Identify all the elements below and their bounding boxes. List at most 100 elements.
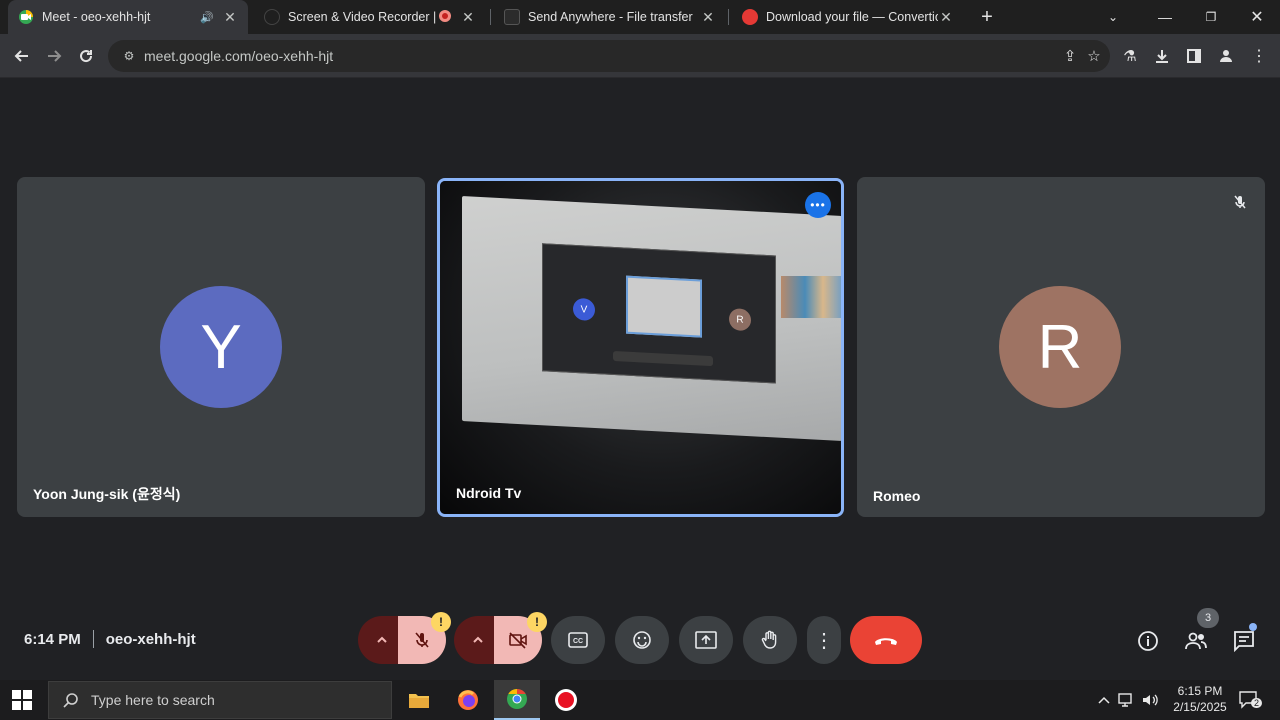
back-button[interactable] [8, 42, 36, 70]
close-tab-icon[interactable]: ✕ [222, 9, 238, 26]
inner-avatar-r: R [729, 308, 751, 332]
tab-title: Download your file — Convertio [766, 10, 938, 24]
tab-convertio[interactable]: Download your file — Convertio ✕ [732, 0, 964, 34]
bookmark-star-icon[interactable]: ☆ [1082, 44, 1106, 68]
network-icon[interactable] [1116, 680, 1138, 720]
mic-warning-icon: ! [431, 612, 451, 632]
present-screen-button[interactable] [679, 616, 733, 664]
reload-icon [80, 50, 93, 63]
participant-tile-yoon[interactable]: Y Yoon Jung-sik (윤정식) [17, 177, 425, 517]
more-options-button[interactable]: ••• [805, 192, 831, 218]
people-count-badge: 3 [1197, 608, 1219, 628]
tab-title: Send Anywhere - File transfer [528, 10, 693, 24]
people-icon[interactable] [1183, 628, 1209, 654]
download-icon[interactable] [1150, 44, 1174, 68]
video-feed-screen: V R [462, 196, 841, 441]
svg-text:CC: CC [573, 638, 583, 645]
windows-taskbar: Type here to search 6:15 PM 2/15/2025 2 [0, 680, 1280, 720]
more-options-icon[interactable]: ⋮ [807, 616, 841, 664]
firefox-icon[interactable] [445, 680, 491, 720]
address-bar[interactable]: ⚙ meet.google.com/oeo-xehh-hjt [108, 40, 1110, 72]
side-panel-icon[interactable] [1182, 44, 1206, 68]
record-dot-icon [438, 9, 452, 26]
reload-button[interactable] [72, 42, 100, 70]
tab-divider [728, 9, 729, 25]
present-icon [695, 631, 717, 649]
close-tab-icon[interactable]: ✕ [938, 9, 954, 26]
new-tab-button[interactable]: + [964, 0, 1010, 34]
meeting-code: oeo-xehh-hjt [105, 630, 196, 648]
taskbar-search-box[interactable]: Type here to search [48, 681, 392, 719]
browser-menu-icon[interactable]: ⋮ [1247, 44, 1271, 68]
emoji-icon [633, 631, 651, 649]
inner-controls [613, 350, 713, 367]
reactions-button[interactable] [615, 616, 669, 664]
avatar: R [999, 286, 1121, 408]
tab-title: Meet - oeo-xehh-hjt [42, 10, 151, 24]
chat-notification-dot [1249, 623, 1257, 631]
raise-hand-button[interactable] [743, 616, 797, 664]
participant-name: Ndroid Tv [456, 485, 522, 501]
speaker-icon[interactable]: 🔊 [200, 11, 214, 24]
tab-meet[interactable]: Meet - oeo-xehh-hjt 🔊 ✕ [8, 0, 248, 34]
browser-toolbar: ⚙ meet.google.com/oeo-xehh-hjt ⇪ ☆ ⚗ ⋮ [0, 34, 1280, 78]
convertio-icon [742, 9, 758, 25]
minimize-button[interactable]: — [1142, 0, 1188, 34]
divider [92, 630, 94, 648]
share-icon[interactable]: ⇪ [1058, 44, 1082, 68]
profile-icon[interactable] [1214, 44, 1238, 68]
meeting-details: 6:14 PM oeo-xehh-hjt [24, 630, 196, 648]
close-tab-icon[interactable]: ✕ [460, 9, 476, 26]
participant-name: Romeo [873, 488, 921, 504]
hang-up-icon [875, 638, 897, 645]
hand-icon [761, 630, 777, 649]
participant-tile-romeo[interactable]: R Romeo [857, 177, 1265, 517]
mic-off-icon [1229, 191, 1251, 213]
windows-start-icon[interactable] [12, 690, 32, 710]
forward-arrow-icon [48, 50, 62, 62]
labs-flask-icon[interactable]: ⚗ [1118, 44, 1142, 68]
search-placeholder: Type here to search [91, 692, 215, 708]
screen-recorder-icon[interactable] [543, 680, 589, 720]
send-anywhere-icon [504, 9, 520, 25]
camera-warning-icon: ! [527, 612, 547, 632]
participant-name: Yoon Jung-sik (윤정식) [33, 486, 181, 502]
tab-screen-recorder[interactable]: Screen & Video Recorder | R ✕ [254, 0, 486, 34]
notification-count-badge: 2 [1251, 698, 1263, 708]
volume-icon[interactable] [1140, 680, 1162, 720]
close-tab-icon[interactable]: ✕ [700, 9, 716, 26]
clock-time: 6:15 PM [1177, 684, 1223, 698]
participant-tile-ndroid[interactable]: V R ••• Ndroid Tv [437, 178, 844, 517]
close-window-button[interactable]: ✕ [1234, 0, 1280, 34]
mic-off-icon [415, 632, 429, 648]
restore-button[interactable]: ❐ [1188, 0, 1234, 34]
forward-button[interactable] [40, 42, 68, 70]
captions-button[interactable]: CC [551, 616, 605, 664]
url-text: meet.google.com/oeo-xehh-hjt [144, 48, 334, 64]
meeting-time: 6:14 PM [24, 630, 81, 648]
clock-date: 2/15/2025 [1173, 700, 1227, 714]
chrome-icon[interactable] [494, 680, 540, 720]
back-arrow-icon [14, 50, 28, 62]
inner-video-tile [626, 275, 702, 338]
inner-avatar-v: V [573, 297, 595, 322]
tab-search-chevron-icon[interactable]: ⌄ [1090, 0, 1136, 34]
recorder-icon [264, 9, 280, 25]
show-hidden-icons-chevron[interactable] [1094, 680, 1114, 720]
file-explorer-icon[interactable] [396, 680, 442, 720]
site-info-icon[interactable]: ⚙ [114, 49, 144, 63]
chevron-up-icon [473, 636, 483, 643]
closed-captions-icon: CC [568, 632, 588, 648]
tab-send-anywhere[interactable]: Send Anywhere - File transfer ✕ [494, 0, 726, 34]
search-icon [63, 693, 78, 708]
leave-call-button[interactable] [850, 616, 922, 664]
video-thumbnail [781, 276, 841, 318]
google-meet-icon [18, 9, 34, 25]
chevron-up-icon [377, 636, 387, 643]
chat-icon[interactable] [1231, 628, 1257, 654]
system-clock[interactable]: 6:15 PM 2/15/2025 [1160, 683, 1240, 715]
notification-center-icon[interactable]: 2 [1236, 680, 1263, 720]
browser-tab-bar: Meet - oeo-xehh-hjt 🔊 ✕ Screen & Video R… [0, 0, 1280, 34]
tab-divider [490, 9, 491, 25]
meeting-info-icon[interactable] [1135, 628, 1161, 654]
